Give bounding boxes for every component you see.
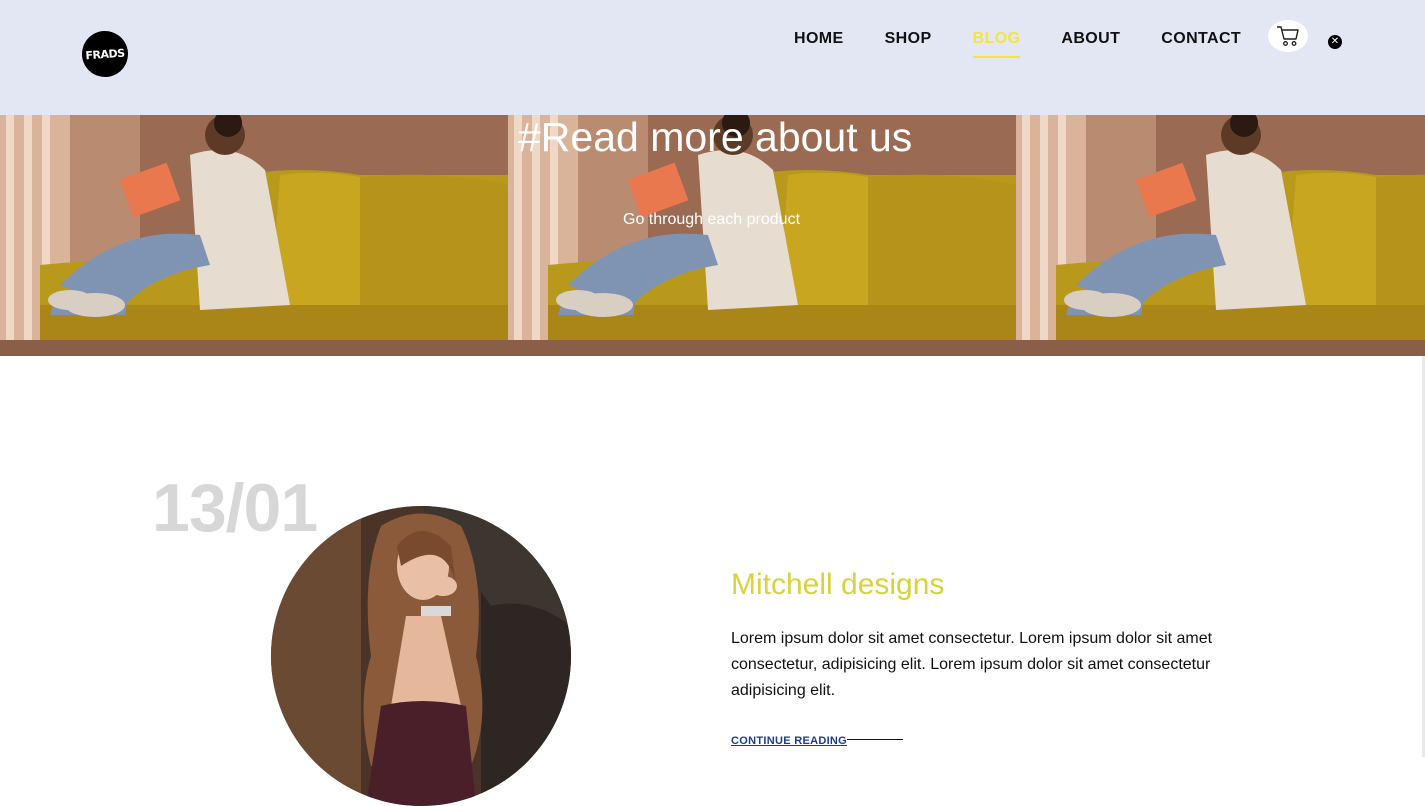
site-header: FRADS HOME SHOP BLOG ABOUT CONTACT ✕ — [0, 0, 1425, 115]
continue-reading-link[interactable]: CONTINUE READING — [731, 735, 847, 747]
post-body: Lorem ipsum dolor sit amet consectetur. … — [731, 630, 1213, 699]
nav-blog[interactable]: BLOG — [972, 30, 1021, 58]
brand-logo[interactable]: FRADS — [80, 29, 130, 79]
post-title[interactable]: Mitchell designs — [731, 568, 944, 602]
cart-icon — [1277, 26, 1299, 46]
hero-image-tile — [0, 115, 508, 356]
hero-subtitle: Go through each product — [623, 211, 801, 228]
nav-about[interactable]: ABOUT — [1061, 30, 1120, 48]
hero-image-tile — [1016, 115, 1425, 356]
post-image[interactable] — [271, 506, 571, 806]
cta-underline — [847, 739, 903, 740]
hero-title: #Read more about us — [518, 115, 913, 160]
close-icon[interactable]: ✕ — [1328, 35, 1342, 49]
nav-home[interactable]: HOME — [794, 30, 844, 48]
cart-button[interactable] — [1268, 20, 1308, 52]
main-nav: HOME SHOP BLOG ABOUT CONTACT — [794, 30, 1282, 58]
post-date: 13/01 — [152, 470, 318, 546]
nav-contact[interactable]: CONTACT — [1161, 30, 1241, 48]
nav-shop[interactable]: SHOP — [885, 30, 932, 48]
hero-banner: #Read more about us Go through each prod… — [0, 115, 1425, 356]
